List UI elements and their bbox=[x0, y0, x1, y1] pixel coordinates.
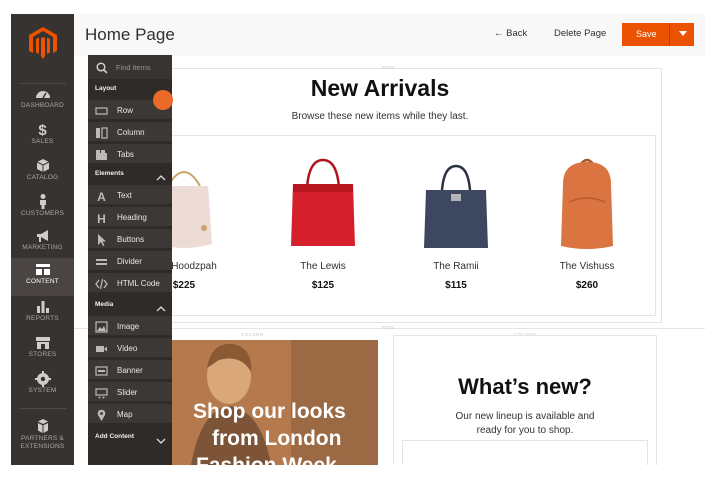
product-image bbox=[291, 158, 355, 246]
whats-new-heading[interactable]: What’s new? bbox=[393, 374, 657, 400]
gear-icon bbox=[11, 369, 74, 387]
section-label: Layout bbox=[95, 85, 117, 92]
delete-page-button[interactable]: Delete Page bbox=[554, 28, 606, 39]
person-icon bbox=[11, 192, 74, 210]
chevron-down-icon[interactable] bbox=[679, 31, 687, 36]
product-image bbox=[424, 164, 488, 248]
search-placeholder: Find items bbox=[116, 63, 151, 72]
product-price: $125 bbox=[311, 280, 335, 291]
panel-item-text[interactable]: A Text bbox=[88, 185, 172, 205]
code-icon bbox=[95, 277, 108, 290]
cursor-icon bbox=[95, 233, 108, 246]
section-label: Add Content bbox=[95, 433, 134, 440]
nav-item-content[interactable]: CONTENT bbox=[11, 258, 74, 296]
nav-item-stores[interactable]: STORES bbox=[11, 331, 74, 367]
split-divider bbox=[669, 23, 670, 46]
row-label: ROW bbox=[382, 325, 395, 330]
panel-item-banner[interactable]: Banner bbox=[88, 360, 172, 380]
whats-new-text-line-1[interactable]: Our new lineup is available and bbox=[393, 411, 657, 422]
divider-icon bbox=[95, 255, 108, 267]
nested-block[interactable] bbox=[402, 440, 648, 465]
svg-text:H: H bbox=[97, 212, 106, 224]
product-name: The Lewis bbox=[300, 261, 346, 272]
product-price: $260 bbox=[575, 280, 599, 291]
nav-item-dashboard[interactable]: DASHBOARD bbox=[11, 82, 74, 118]
panel-item-heading[interactable]: H Heading bbox=[88, 207, 172, 227]
product-card[interactable]: The Lewis $125 bbox=[268, 154, 378, 291]
promo-line-1: Shop our looks bbox=[193, 400, 346, 423]
section-media[interactable]: Media bbox=[88, 297, 172, 313]
product-name: The Ramii bbox=[433, 261, 479, 272]
new-arrivals-heading[interactable]: New Arrivals bbox=[98, 75, 662, 102]
promo-line-2: from London bbox=[212, 427, 342, 450]
row-label: ROW bbox=[382, 65, 395, 70]
page-builder-app: DASHBOARD $ SALES CATALOG CUSTOMERS MARK… bbox=[0, 0, 715, 488]
product-image bbox=[561, 158, 613, 249]
nav-item-system[interactable]: SYSTEM bbox=[11, 367, 74, 403]
product-name: The Vishuss bbox=[559, 261, 615, 272]
back-button[interactable]: ← Back bbox=[494, 28, 527, 39]
save-button[interactable]: Save bbox=[636, 29, 657, 39]
section-elements[interactable]: Elements bbox=[88, 166, 172, 182]
page-title: Home Page bbox=[85, 25, 175, 44]
panel-item-map[interactable]: Map bbox=[88, 404, 172, 424]
promo-line-3: Fashion Week bbox=[196, 454, 337, 465]
panel-item-buttons[interactable]: Buttons bbox=[88, 229, 172, 249]
product-price: $115 bbox=[445, 280, 467, 291]
section-label: Elements bbox=[95, 170, 124, 177]
store-icon bbox=[11, 333, 74, 351]
row-icon bbox=[95, 104, 108, 116]
panel-item-html-code[interactable]: HTML Code bbox=[88, 273, 172, 293]
tabs-icon bbox=[95, 148, 108, 160]
svg-text:A: A bbox=[97, 190, 106, 202]
nav-divider bbox=[19, 408, 66, 409]
panel-item-tabs[interactable]: Tabs bbox=[88, 144, 172, 164]
panel-item-column[interactable]: Column bbox=[88, 122, 172, 142]
nav-item-reports[interactable]: REPORTS bbox=[11, 295, 74, 331]
product-card[interactable]: The Vishuss $260 bbox=[532, 154, 642, 291]
nav-item-customers[interactable]: CUSTOMERS bbox=[11, 190, 74, 226]
panel-item-slider[interactable]: Slider bbox=[88, 382, 172, 402]
text-icon: A bbox=[95, 189, 108, 204]
blocks-icon bbox=[11, 417, 74, 435]
slider-icon bbox=[95, 386, 108, 399]
column-icon bbox=[95, 126, 108, 139]
dollar-icon: $ bbox=[11, 120, 74, 139]
drag-cursor-indicator bbox=[153, 90, 173, 110]
dashboard-icon bbox=[11, 84, 74, 102]
page-header: Home Page ← Back Delete Page Save bbox=[74, 14, 705, 56]
nav-item-marketing[interactable]: MARKETING bbox=[11, 224, 74, 260]
whats-new-text-line-2[interactable]: ready for you to shop. bbox=[393, 425, 657, 436]
megaphone-icon bbox=[11, 226, 74, 244]
product-card[interactable]: The Ramii $115 bbox=[401, 154, 511, 291]
nav-item-catalog[interactable]: CATALOG bbox=[11, 154, 74, 190]
section-label: Media bbox=[95, 301, 114, 308]
banner-icon bbox=[95, 364, 108, 376]
admin-sidebar: DASHBOARD $ SALES CATALOG CUSTOMERS MARK… bbox=[11, 14, 74, 465]
bar-chart-icon bbox=[11, 297, 74, 315]
video-icon bbox=[95, 342, 108, 354]
column-label: COLUMN bbox=[241, 332, 264, 337]
find-items-search[interactable]: Find items bbox=[88, 55, 172, 79]
box-icon bbox=[11, 156, 74, 174]
save-split-button: Save bbox=[622, 23, 694, 46]
section-add-content[interactable]: Add Content bbox=[88, 429, 172, 445]
nav-item-partners-extensions[interactable]: PARTNERS & EXTENSIONS bbox=[11, 415, 74, 459]
svg-text:$: $ bbox=[38, 122, 47, 138]
layout-icon bbox=[11, 260, 74, 278]
panel-item-video[interactable]: Video bbox=[88, 338, 172, 358]
magento-logo[interactable] bbox=[28, 26, 58, 60]
chevron-down-icon bbox=[156, 432, 166, 450]
map-pin-icon bbox=[95, 408, 108, 421]
new-arrivals-subheading[interactable]: Browse these new items while they last. bbox=[98, 111, 662, 122]
image-icon bbox=[95, 320, 108, 333]
search-icon bbox=[96, 61, 108, 79]
promo-banner[interactable]: Shop our looks from London Fashion Week bbox=[171, 340, 378, 465]
panel-item-image[interactable]: Image bbox=[88, 316, 172, 336]
heading-icon: H bbox=[95, 211, 108, 226]
nav-item-sales[interactable]: $ SALES bbox=[11, 118, 74, 154]
panel-item-divider[interactable]: Divider bbox=[88, 251, 172, 271]
content-types-panel: Find items Layout Row Column Tabs Elemen… bbox=[88, 55, 172, 465]
